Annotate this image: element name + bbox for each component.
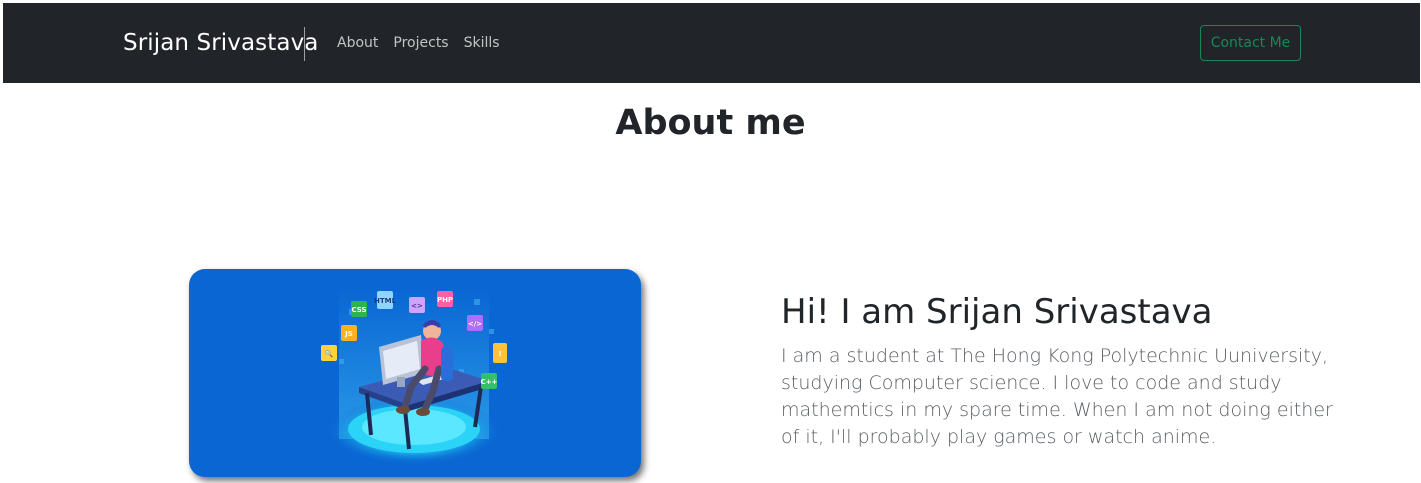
svg-text:</>: </> [468,320,482,328]
contact-me-button[interactable]: Contact Me [1200,25,1301,61]
hero-heading: Hi! I am Srijan Srivastava [781,292,1213,332]
svg-text:CSS: CSS [351,306,366,314]
svg-text:!: ! [498,350,501,358]
developer-illustration-icon: CSS HTML <> PHP </> JS 🔍 ! C++ [321,289,507,465]
navbar: Srijan Srivastava About Projects Skills … [3,3,1420,83]
nav-links: About Projects Skills [337,3,500,83]
hero-paragraph: I am a student at The Hong Kong Polytech… [781,345,1333,448]
nav-link-about[interactable]: About [337,35,378,51]
brand-link[interactable]: Srijan Srivastava [123,3,328,83]
nav-link-projects[interactable]: Projects [393,35,448,51]
svg-text:PHP: PHP [437,296,453,304]
nav-link-skills[interactable]: Skills [464,35,500,51]
svg-text:JS: JS [344,330,353,338]
hero-image: CSS HTML <> PHP </> JS 🔍 ! C++ [189,269,641,477]
svg-text:HTML: HTML [374,297,397,305]
svg-text:C++: C++ [481,378,498,386]
brand-divider [304,27,305,61]
svg-text:🔍: 🔍 [325,349,334,358]
page-title: About me [615,103,806,143]
svg-text:<>: <> [411,302,423,310]
